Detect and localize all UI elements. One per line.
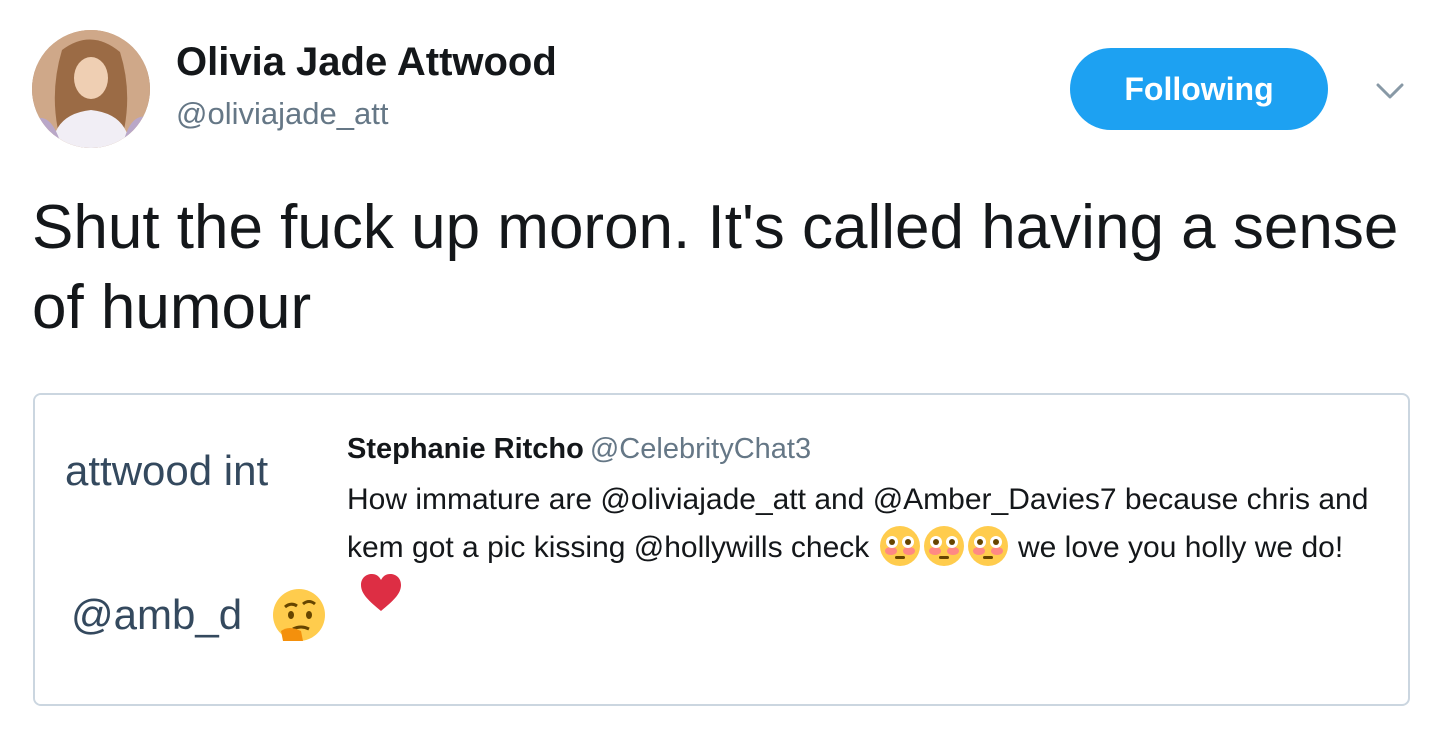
author-name[interactable]: Olivia Jade Attwood: [176, 40, 557, 85]
quoted-author-handle[interactable]: @CelebrityChat3: [590, 433, 811, 465]
quoted-tweet-media[interactable]: attwood int @amb_d: [35, 395, 353, 704]
chevron-down-icon[interactable]: [1372, 76, 1408, 106]
flushed-face-emoji: [923, 526, 964, 567]
thinking-face-emoji: [273, 589, 325, 641]
quoted-tweet-body: Stephanie Ritcho @CelebrityChat3 How imma…: [347, 433, 1387, 620]
quoted-tweet-text: How immature are @oliviajade_att and @Am…: [347, 476, 1387, 620]
flushed-face-emoji: [879, 526, 920, 567]
tweet-text: Shut the fuck up moron. It's called havi…: [32, 193, 1399, 342]
author-handle[interactable]: @oliviajade_att: [176, 96, 388, 132]
red-heart-emoji: [361, 574, 401, 612]
avatar-image: [32, 30, 150, 148]
quoted-author-name[interactable]: Stephanie Ritcho: [347, 433, 584, 465]
flushed-face-emoji: [967, 526, 1008, 567]
quoted-text-part2: we love you holly we do!: [1009, 531, 1344, 564]
avatar[interactable]: [32, 30, 150, 148]
media-text-line1: attwood int: [65, 447, 269, 494]
media-text-line2: @amb_d: [71, 591, 243, 638]
quoted-tweet-card[interactable]: attwood int @amb_d Stephanie Ritcho @Cele…: [33, 393, 1410, 706]
following-button[interactable]: Following: [1070, 48, 1328, 130]
